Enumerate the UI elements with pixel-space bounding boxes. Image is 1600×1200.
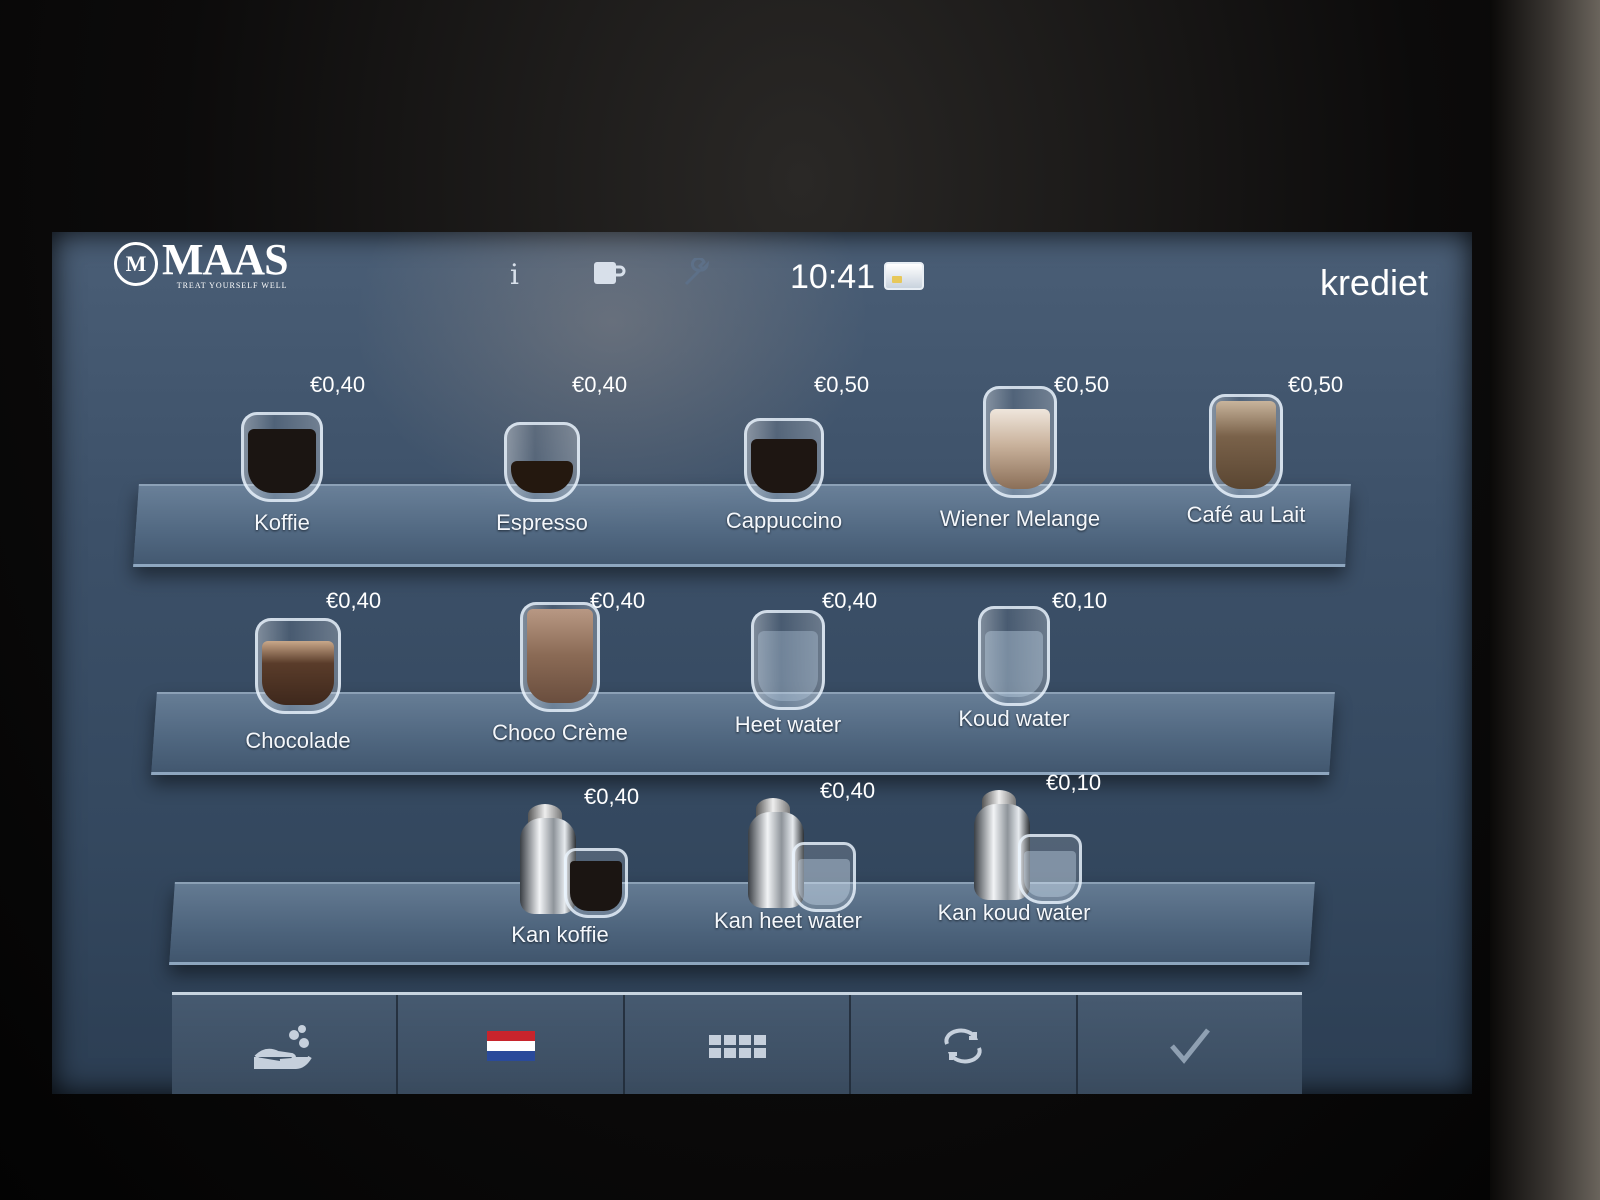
flag-stripe-blue bbox=[486, 1051, 535, 1061]
logo-badge: M bbox=[114, 242, 158, 286]
cup-icon bbox=[255, 618, 341, 714]
product-chocolade[interactable]: €0,40 Chocolade bbox=[198, 588, 398, 768]
product-label: Café au Lait bbox=[1186, 502, 1306, 527]
flag-stripe-white bbox=[486, 1041, 535, 1051]
credit-label: krediet bbox=[1319, 262, 1428, 303]
refresh-icon bbox=[944, 1028, 982, 1064]
product-cafe-au-lait[interactable]: €0,50 Café au Lait bbox=[1146, 372, 1346, 552]
product-label: Choco Crème bbox=[492, 720, 628, 745]
product-espresso[interactable]: €0,40 Espresso bbox=[442, 372, 642, 552]
product-price: €0,40 bbox=[310, 372, 366, 397]
product-price: €0,10 bbox=[1046, 770, 1102, 795]
menu-grid-button[interactable] bbox=[624, 995, 852, 1094]
wrench-icon[interactable] bbox=[682, 256, 712, 295]
confirm-button[interactable] bbox=[1077, 995, 1303, 1094]
product-koud-water[interactable]: €0,10 Koud water bbox=[914, 588, 1114, 768]
logo-tagline: TREAT YOURSELF WELL bbox=[176, 281, 288, 290]
checkmark-icon bbox=[1169, 1028, 1210, 1064]
cup-icon bbox=[792, 842, 856, 912]
cup-icon bbox=[1209, 394, 1283, 498]
cup-icon bbox=[744, 418, 824, 502]
background-wall bbox=[1490, 0, 1600, 1200]
refresh-button[interactable] bbox=[851, 995, 1078, 1094]
language-button[interactable] bbox=[398, 995, 625, 1094]
card-icon[interactable] bbox=[884, 262, 924, 290]
flag-nl-icon bbox=[486, 1031, 535, 1061]
logo-wordmark: MAAS bbox=[162, 235, 289, 284]
product-price: €0,50 bbox=[814, 372, 870, 397]
product-label: Espresso bbox=[496, 510, 588, 535]
product-price: €0,50 bbox=[1054, 372, 1110, 397]
cup-icon bbox=[520, 602, 600, 712]
product-price: €0,40 bbox=[820, 778, 876, 803]
product-price: €0,40 bbox=[584, 784, 640, 809]
flag-stripe-red bbox=[486, 1031, 535, 1041]
cup-icon bbox=[241, 412, 323, 502]
donate-icon bbox=[254, 1025, 312, 1069]
product-wiener-melange[interactable]: €0,50 Wiener Melange bbox=[920, 372, 1120, 552]
donate-button[interactable] bbox=[172, 995, 399, 1094]
grid-icon bbox=[708, 1034, 766, 1058]
product-price: €0,10 bbox=[1052, 588, 1108, 613]
cup-icon bbox=[983, 386, 1057, 498]
product-kan-heet-water[interactable]: €0,40 Kan heet water bbox=[688, 778, 888, 958]
product-kan-koffie[interactable]: €0,40 Kan koffie bbox=[460, 784, 660, 964]
product-price: €0,50 bbox=[1288, 372, 1344, 397]
product-label: Cappuccino bbox=[725, 508, 843, 533]
product-kan-koud-water[interactable]: €0,10 Kan koud water bbox=[914, 770, 1114, 950]
cup-icon bbox=[564, 848, 628, 918]
product-choco-creme[interactable]: €0,40 Choco Crème bbox=[460, 588, 660, 768]
product-label: Wiener Melange bbox=[939, 506, 1101, 531]
product-koffie[interactable]: €0,40 Koffie bbox=[182, 372, 382, 552]
cup-icon[interactable] bbox=[592, 258, 626, 295]
touch-screen: M MAAS TREAT YOURSELF WELL i 10:41 kredi… bbox=[52, 232, 1472, 1094]
product-label: Kan koffie bbox=[511, 922, 609, 947]
product-label: Heet water bbox=[734, 712, 842, 737]
product-heet-water[interactable]: €0,40 Heet water bbox=[688, 588, 888, 768]
clock: 10:41 bbox=[790, 258, 876, 296]
product-price: €0,40 bbox=[326, 588, 382, 613]
product-price: €0,40 bbox=[822, 588, 878, 613]
product-label: Kan heet water bbox=[714, 908, 862, 933]
bottom-toolbar bbox=[172, 992, 1303, 1094]
brand-logo: M MAAS TREAT YOURSELF WELL bbox=[114, 235, 289, 290]
product-label: Koud water bbox=[958, 706, 1070, 731]
product-label: Chocolade bbox=[245, 728, 351, 753]
cup-icon bbox=[751, 610, 825, 710]
cup-icon bbox=[504, 422, 580, 502]
product-cappuccino[interactable]: €0,50 Cappuccino bbox=[684, 372, 884, 552]
product-label: Koffie bbox=[254, 510, 310, 535]
product-price: €0,40 bbox=[572, 372, 628, 397]
product-label: Kan koud water bbox=[937, 900, 1091, 925]
cup-icon bbox=[1018, 834, 1082, 904]
info-icon[interactable]: i bbox=[510, 258, 519, 291]
cup-icon bbox=[978, 606, 1050, 706]
